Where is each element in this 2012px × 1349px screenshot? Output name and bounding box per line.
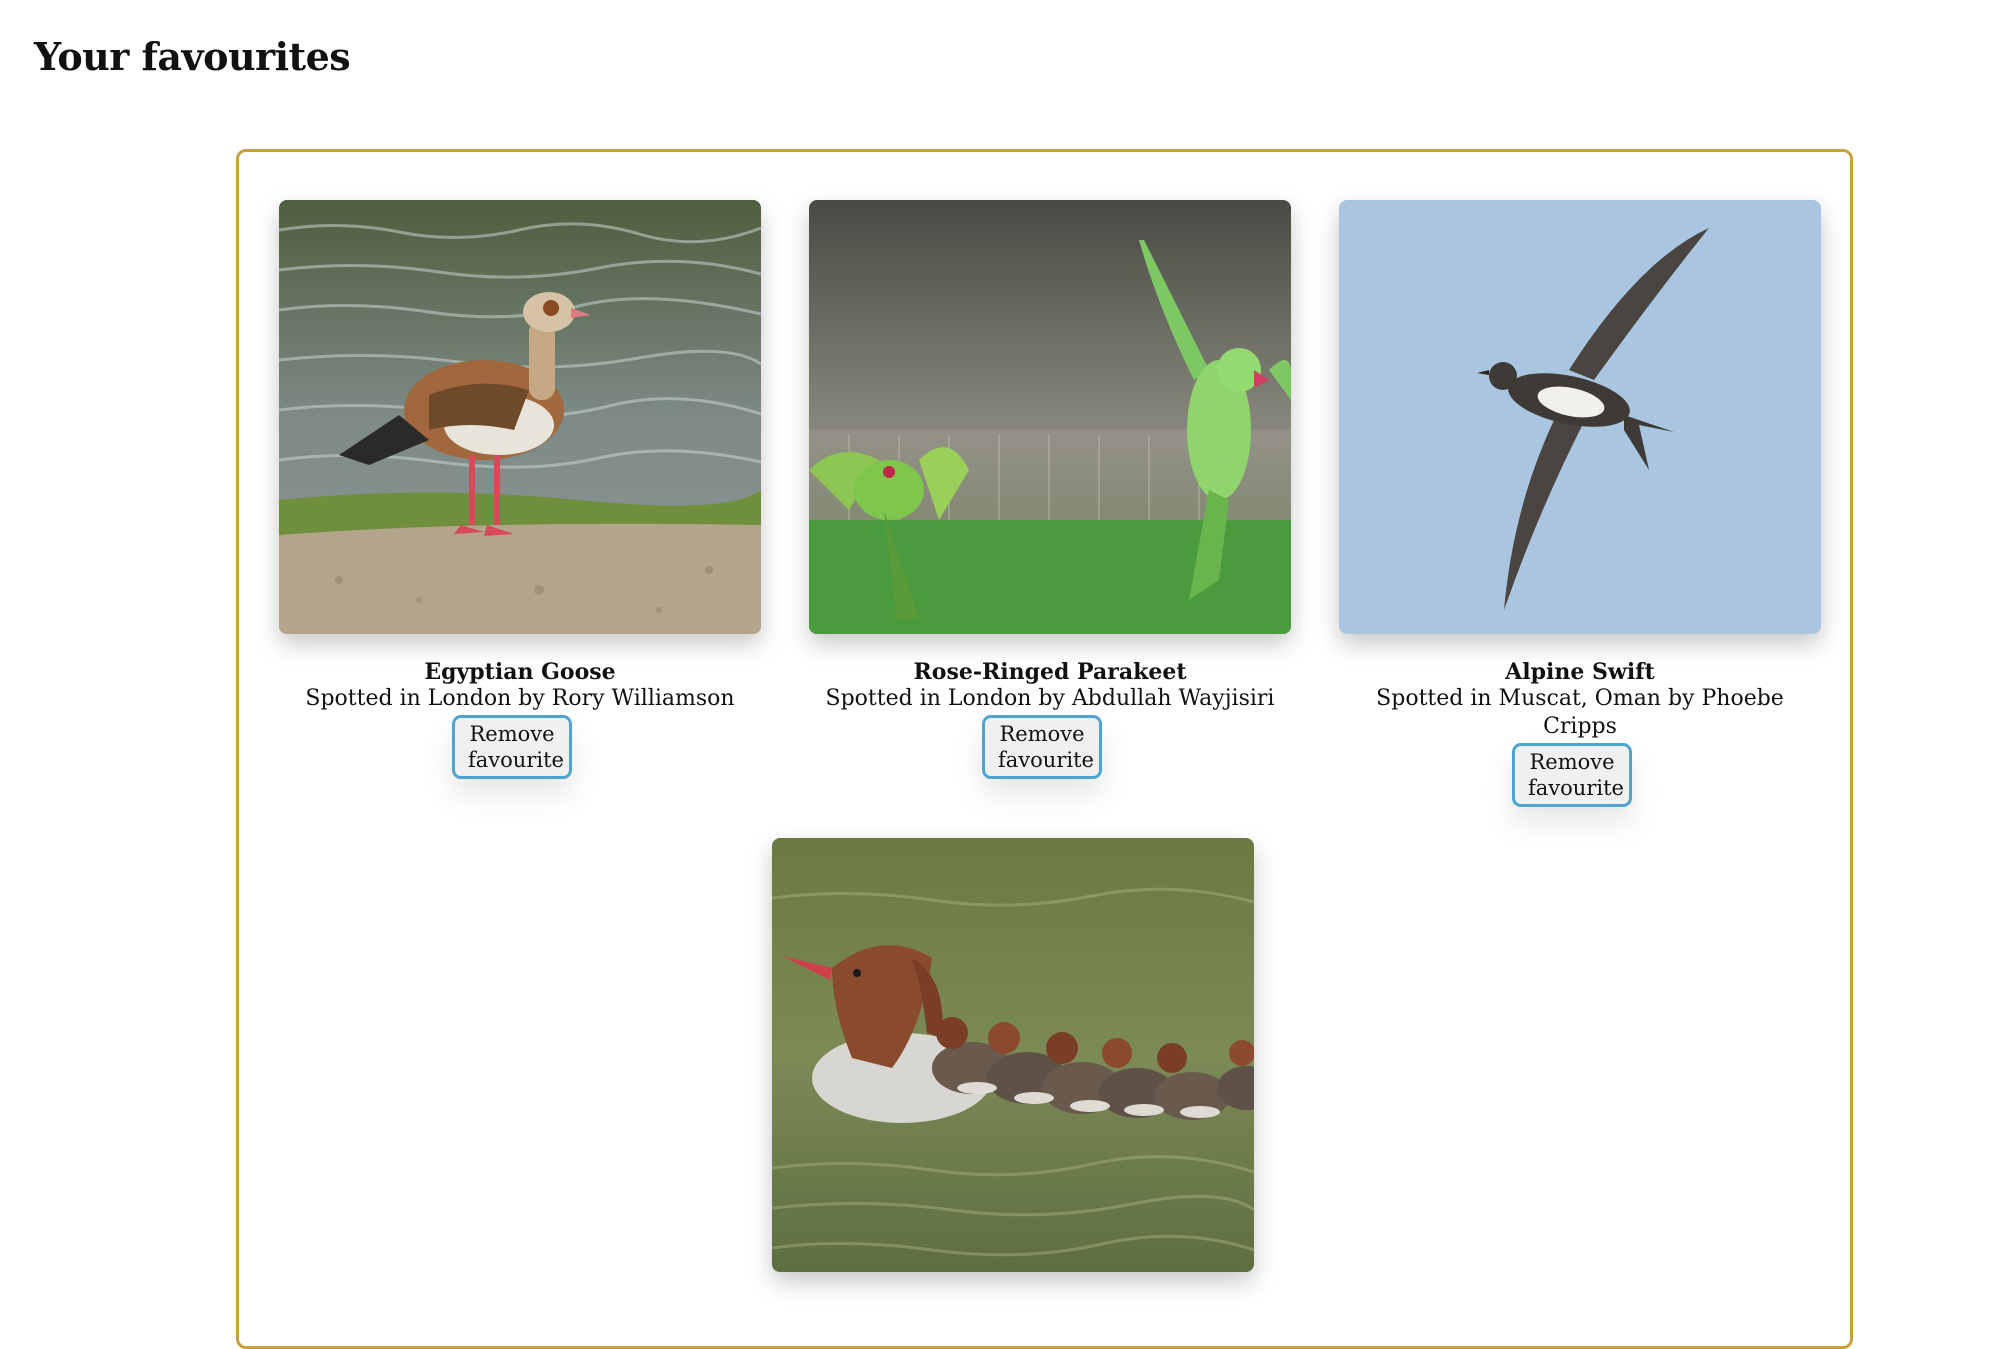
favourites-panel: Egyptian Goose Spotted in London by Rory…	[236, 149, 1853, 1349]
sighting-info: Spotted in London by Rory Williamson	[305, 686, 735, 711]
remove-favourite-button[interactable]: Remove favourite	[982, 715, 1102, 779]
remove-favourite-button[interactable]: Remove favourite	[1512, 743, 1632, 807]
egyptian-goose-photo[interactable]	[279, 200, 761, 634]
sighting-info: Spotted in Muscat, Oman by Phoebe Cripps	[1376, 686, 1784, 739]
remove-favourite-button[interactable]: Remove favourite	[452, 715, 572, 779]
sighting-info: Spotted in London by Abdullah Wayjisiri	[825, 686, 1275, 711]
favourite-card: Egyptian Goose Spotted in London by Rory…	[279, 200, 761, 779]
alpine-swift-photo[interactable]	[1339, 200, 1821, 634]
page-title: Your favourites	[34, 34, 351, 79]
bird-name: Alpine Swift	[1505, 659, 1655, 685]
favourite-card	[772, 838, 1254, 1272]
favourite-card: Rose-Ringed Parakeet Spotted in London b…	[809, 200, 1291, 779]
rose-ringed-parakeet-photo[interactable]	[809, 200, 1291, 634]
favourite-card: Alpine Swift Spotted in Muscat, Oman by …	[1339, 200, 1821, 807]
merganser-with-ducklings-photo[interactable]	[772, 838, 1254, 1272]
bird-name: Egyptian Goose	[424, 659, 616, 685]
bird-name: Rose-Ringed Parakeet	[913, 659, 1187, 685]
